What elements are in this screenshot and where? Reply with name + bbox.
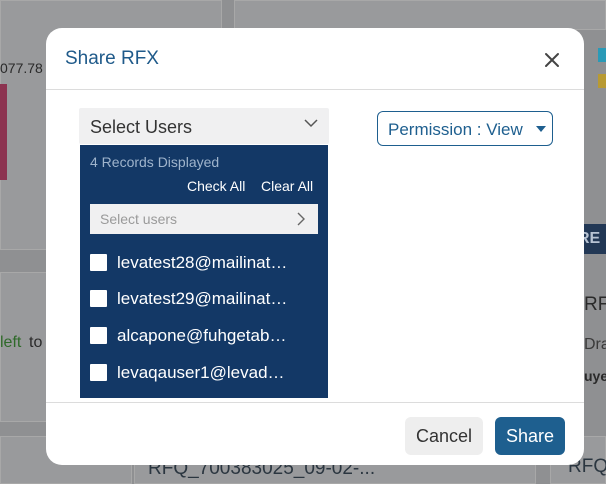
bg-card-top-right (234, 0, 606, 30)
user-option[interactable]: levaqauser1@levadata.com (90, 359, 320, 387)
user-checkbox[interactable] (90, 290, 107, 307)
permission-label: Permission : View (388, 120, 523, 139)
bg-chart-bar (0, 84, 7, 180)
bg-dra-fragment: Dra (584, 336, 606, 353)
close-button[interactable] (540, 48, 564, 72)
modal-title: Share RFX (65, 48, 159, 69)
chevron-down-icon (304, 119, 318, 128)
share-rfx-modal: Share RFX Select Users Permission : View… (46, 28, 584, 465)
bg-legend-swatch-blue (598, 48, 606, 62)
permission-dropdown[interactable]: Permission : View (377, 111, 553, 146)
bg-legend-swatch-yellow (598, 74, 606, 88)
bg-left-word: left (0, 334, 22, 351)
user-search-box (90, 204, 318, 234)
check-all-link[interactable]: Check All (187, 178, 245, 194)
user-checkbox[interactable] (90, 364, 107, 381)
clear-all-link[interactable]: Clear All (261, 178, 313, 194)
user-checkbox[interactable] (90, 327, 107, 344)
user-email: alcapone@fuhgetaboutit.com (117, 326, 292, 345)
caret-down-icon (536, 126, 546, 132)
records-count: 4 Records Displayed (90, 154, 220, 170)
modal-header: Share RFX (46, 28, 584, 90)
user-email: levaqauser1@levadata.com (117, 363, 292, 382)
user-email: levatest29@mailinator.com (117, 289, 292, 308)
bg-amount: 077.78 (0, 60, 43, 76)
chevron-right-icon (297, 212, 305, 226)
bg-to-word: to (29, 334, 43, 351)
cancel-button[interactable]: Cancel (405, 417, 483, 455)
user-option[interactable]: alcapone@fuhgetaboutit.com (90, 322, 320, 350)
select-users-dropdown[interactable]: Select Users (79, 108, 329, 144)
user-checkbox[interactable] (90, 254, 107, 271)
user-search-input[interactable] (90, 204, 290, 234)
user-email: levatest28@mailinator.com (117, 253, 292, 272)
modal-footer: Cancel Share (46, 402, 584, 465)
select-users-label: Select Users (90, 117, 193, 137)
select-users-panel: 4 Records Displayed Check All Clear All … (80, 145, 328, 398)
share-button[interactable]: Share (495, 417, 565, 455)
close-icon (545, 53, 559, 67)
bg-rfq-short-top: RFQ (584, 294, 606, 315)
user-option[interactable]: levatest29@mailinator.com (90, 285, 320, 313)
bg-buye-fragment: uye (584, 368, 606, 384)
user-option[interactable]: levatest28@mailinator.com (90, 249, 320, 277)
